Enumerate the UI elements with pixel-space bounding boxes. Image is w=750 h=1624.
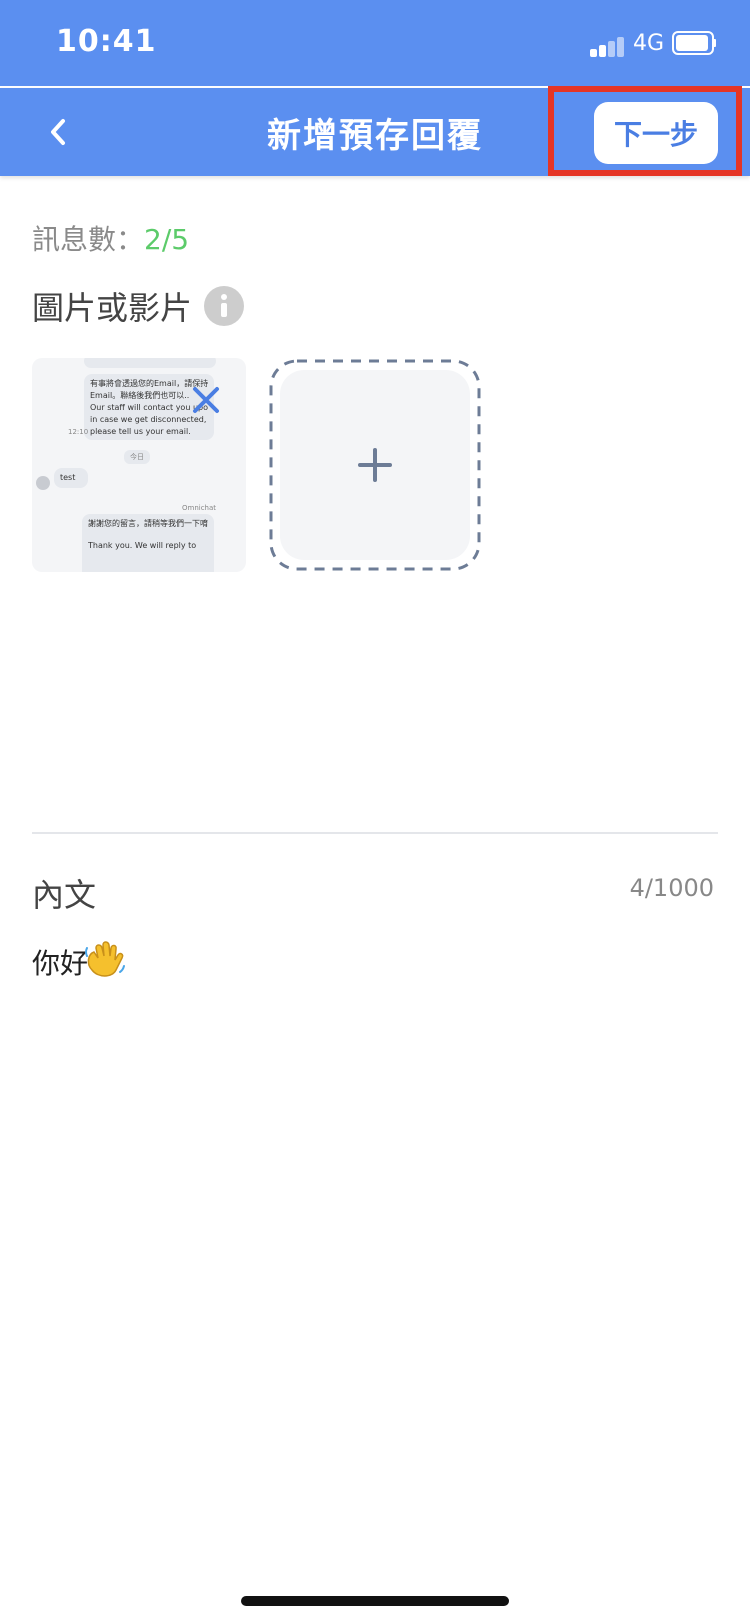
add-media-button[interactable]	[268, 358, 482, 572]
thumb-line: please tell us your email.	[90, 427, 191, 436]
avatar-icon	[36, 476, 50, 490]
message-count: 訊息數：2/5	[32, 218, 189, 258]
char-count: 4/1000	[629, 874, 714, 902]
media-section-title: 圖片或影片	[32, 289, 193, 327]
thumb-line: Thank you. We will reply to	[88, 541, 197, 550]
network-label: 4G	[633, 31, 665, 56]
body-label: 內文	[32, 876, 97, 914]
signal-icon	[590, 35, 630, 57]
status-time: 10:41	[56, 24, 157, 59]
message-count-label: 訊息數：	[32, 223, 145, 256]
status-bar: 10:41 4G	[0, 0, 750, 86]
thumb-line: 謝謝您的留言，請稍等我們一下唷	[88, 519, 208, 528]
info-icon[interactable]	[204, 286, 244, 326]
thumb-line: Omnichat	[182, 504, 217, 512]
message-count-value: 2/5	[144, 223, 190, 256]
home-indicator[interactable]	[241, 1596, 509, 1606]
highlight-box	[548, 86, 742, 176]
battery-icon	[672, 31, 716, 55]
info-glyph	[221, 294, 227, 317]
remove-media-button[interactable]	[182, 376, 230, 424]
section-divider	[32, 832, 718, 834]
thumb-line: test	[54, 468, 88, 488]
waving-hand-icon	[85, 941, 125, 977]
plus-icon	[358, 448, 392, 482]
body-text-input[interactable]: 你好	[32, 942, 88, 982]
close-icon	[193, 387, 219, 413]
